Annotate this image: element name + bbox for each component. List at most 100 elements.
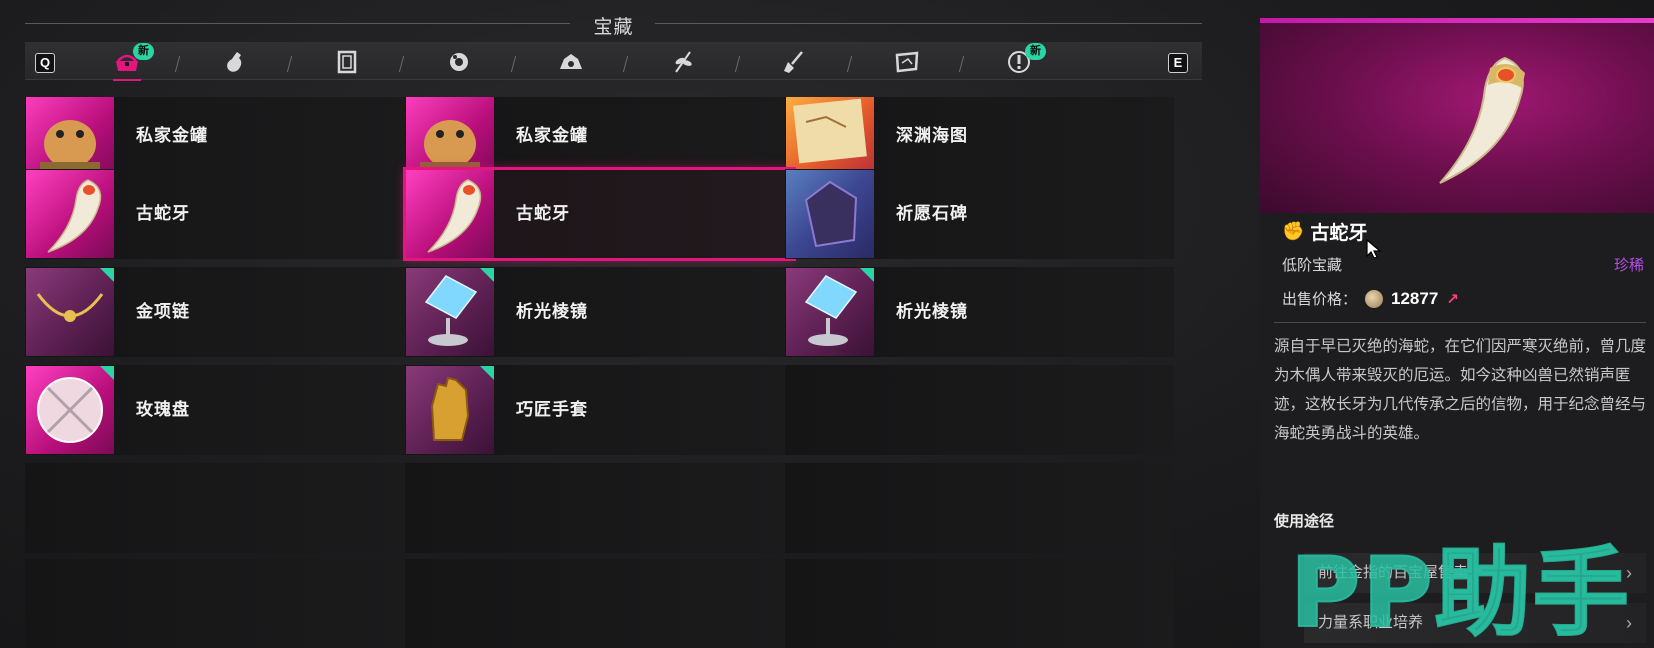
item-thumbnail xyxy=(26,268,114,356)
item-tier: 低阶宝藏 xyxy=(1282,257,1343,274)
scroll-frame-icon xyxy=(337,50,357,74)
tab-gear[interactable] xyxy=(437,46,481,78)
item-thumbnail xyxy=(26,366,114,454)
cog-cluster-icon xyxy=(560,54,582,69)
tab-cogs[interactable] xyxy=(549,46,593,78)
item-description: 源自于早已灭绝的海蛇，在它们因严寒灭绝前，曾几度为木偶人带来毁灭的厄运。如今这种… xyxy=(1274,338,1647,442)
item-slot[interactable]: 析光棱镜 xyxy=(785,267,1174,357)
tab-herb[interactable] xyxy=(661,46,705,78)
shovel-icon xyxy=(784,51,803,73)
item-thumbnail xyxy=(786,268,874,356)
tab-treasure[interactable]: 新 xyxy=(105,43,154,81)
potion-bottle-icon xyxy=(227,52,242,72)
next-tab-key[interactable]: E xyxy=(1168,53,1188,73)
item-art-hamster xyxy=(40,120,100,176)
empty-item-slot xyxy=(785,365,1174,455)
tab-separator xyxy=(622,56,629,72)
panel-divider xyxy=(1274,322,1646,323)
new-corner-indicator xyxy=(100,268,114,282)
item-thumbnail xyxy=(26,97,114,180)
price-trend-up-icon: ↗ xyxy=(1446,290,1459,308)
usage-label: 力量系职业培养 xyxy=(1318,614,1424,631)
tab-separator xyxy=(286,56,293,72)
item-slot[interactable]: 巧匠手套 xyxy=(405,365,794,455)
new-corner-indicator xyxy=(480,268,494,282)
section-header: 宝藏 xyxy=(25,8,1202,42)
gear-flower-icon xyxy=(450,53,468,71)
tab-separator xyxy=(846,56,853,72)
price-value: 12877 xyxy=(1391,288,1439,308)
new-badge: 新 xyxy=(133,43,154,60)
empty-item-slot xyxy=(25,559,414,648)
chevron-right-icon: › xyxy=(1626,563,1632,583)
item-title: ✊ 古蛇牙 xyxy=(1282,218,1367,245)
map-icon xyxy=(895,51,919,73)
tab-separator xyxy=(734,56,741,72)
item-thumbnail xyxy=(786,170,874,258)
usage-title: 使用途径 xyxy=(1274,513,1335,530)
item-rarity: 珍稀 xyxy=(1613,257,1644,274)
item-art-stone xyxy=(804,180,858,248)
empty-item-slot xyxy=(405,463,794,553)
item-art-hamster xyxy=(420,120,480,176)
item-art-fang xyxy=(427,179,482,253)
item-art-fang xyxy=(47,179,102,253)
prev-tab-key[interactable]: Q xyxy=(35,53,55,73)
mouse-cursor-icon xyxy=(1366,238,1382,259)
chevron-right-icon: › xyxy=(1626,613,1632,633)
empty-item-slot xyxy=(405,559,794,648)
tab-alert[interactable]: 新 xyxy=(997,43,1046,78)
sell-price: 出售价格： 12877 ↗ xyxy=(1282,288,1459,309)
tab-separator xyxy=(958,56,965,72)
item-slot[interactable]: 金项链 xyxy=(25,267,414,357)
usage-option-sell[interactable]: 前往金指的百宝屋售卖 › xyxy=(1304,553,1646,593)
item-name: 析光棱镜 xyxy=(516,302,588,321)
new-corner-indicator xyxy=(100,366,114,380)
item-detail-panel: ✊ 古蛇牙 低阶宝藏 珍稀 出售价格： 12877 ↗ 源自于早已灭绝的海蛇，在… xyxy=(1260,18,1654,648)
item-name: 祈愿石碑 xyxy=(896,204,968,223)
item-name: 古蛇牙 xyxy=(1310,223,1368,244)
item-slot[interactable]: 玫瑰盘 xyxy=(25,365,414,455)
empty-item-slot xyxy=(785,559,1174,648)
empty-item-slot xyxy=(25,463,414,553)
empty-item-slot xyxy=(785,463,1174,553)
item-thumbnail xyxy=(26,170,114,258)
item-name: 巧匠手套 xyxy=(516,400,588,419)
item-thumbnail xyxy=(786,97,874,180)
tab-separator xyxy=(174,56,181,72)
item-hero-image xyxy=(1260,23,1654,213)
usage-label: 前往金指的百宝屋售卖 xyxy=(1318,564,1469,581)
tab-separator xyxy=(398,56,405,72)
strength-fist-icon: ✊ xyxy=(1282,221,1305,241)
item-name: 析光棱镜 xyxy=(896,302,968,321)
item-thumbnail xyxy=(406,97,494,180)
item-thumbnail xyxy=(406,366,494,454)
item-slot[interactable]: 析光棱镜 xyxy=(405,267,794,357)
item-slot[interactable]: 古蛇牙 xyxy=(25,169,414,259)
item-name: 古蛇牙 xyxy=(136,204,190,223)
category-tabbar: Q 新 新 E xyxy=(25,42,1202,81)
new-badge: 新 xyxy=(1025,43,1046,60)
currency-icon xyxy=(1365,289,1384,308)
tab-separator xyxy=(510,56,517,72)
herb-leaf-icon xyxy=(675,51,692,73)
item-slot[interactable]: 祈愿石碑 xyxy=(785,169,1174,259)
header-divider-right xyxy=(655,23,1202,24)
tab-map[interactable] xyxy=(885,46,929,78)
item-thumbnail xyxy=(406,268,494,356)
page-title: 宝藏 xyxy=(593,17,634,38)
tab-potion[interactable] xyxy=(213,46,257,78)
new-corner-indicator xyxy=(480,366,494,380)
item-thumbnail xyxy=(406,170,494,258)
item-grid: 私家金罐 私家金罐 深渊海图 古蛇牙 古蛇牙 祈愿石碑 金项链 析光棱镜 析光棱镜 玫瑰盘 巧匠手套 xyxy=(25,97,1216,648)
new-corner-indicator xyxy=(860,268,874,282)
item-slot[interactable]: 古蛇牙 xyxy=(403,167,796,261)
item-art-map xyxy=(793,98,867,164)
tab-scroll[interactable] xyxy=(325,46,369,78)
usage-option-train[interactable]: 力量系职业培养 › xyxy=(1304,603,1646,643)
item-name: 古蛇牙 xyxy=(516,204,570,223)
tab-shovel[interactable] xyxy=(773,46,817,78)
price-label: 出售价格： xyxy=(1282,291,1358,308)
snake-fang-image xyxy=(1439,56,1525,184)
item-name: 玫瑰盘 xyxy=(136,400,190,419)
